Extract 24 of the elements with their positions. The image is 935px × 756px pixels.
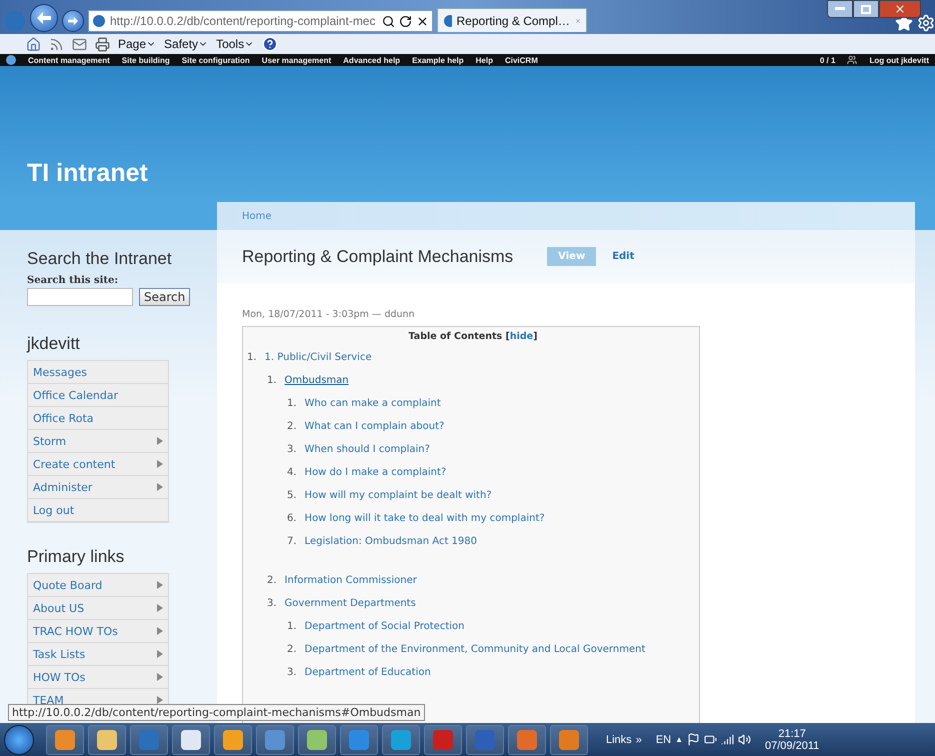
block-title: Primary links bbox=[27, 547, 126, 567]
list-number: 7. bbox=[287, 536, 297, 547]
list-number: 1. bbox=[287, 398, 297, 409]
clock-time: 21:17 bbox=[778, 728, 806, 740]
block-title: Search the Intranet bbox=[27, 249, 173, 269]
list-number: 3. bbox=[287, 667, 297, 678]
list-number: 6. bbox=[287, 513, 297, 524]
submitted-info: Mon, 18/07/2011 - 3:03pm — ddunn bbox=[242, 309, 416, 320]
toc-title: Table of Contents [hide] bbox=[408, 331, 538, 342]
page-title: Reporting & Complaint Mechanisms bbox=[242, 246, 514, 266]
field-label: Search this site: bbox=[27, 275, 120, 286]
clock-date: 07/09/2011 bbox=[765, 740, 820, 752]
list-number: 2. bbox=[287, 644, 297, 655]
list-number: 1. bbox=[287, 621, 297, 632]
list-number: 5. bbox=[287, 490, 297, 501]
status-tooltip: http://10.0.0.2/db/content/reporting-complaint-mechanisms#Ombudsman bbox=[8, 704, 425, 721]
list-number: 3. bbox=[287, 444, 297, 455]
list-number: 1. bbox=[247, 352, 257, 363]
list-number: 1. bbox=[267, 375, 277, 386]
list-number: 4. bbox=[287, 467, 297, 478]
block-title: jkdevitt bbox=[27, 334, 81, 354]
list-number: 2. bbox=[287, 421, 297, 432]
list-number: 2. bbox=[267, 575, 277, 586]
list-number: 3. bbox=[267, 598, 277, 609]
